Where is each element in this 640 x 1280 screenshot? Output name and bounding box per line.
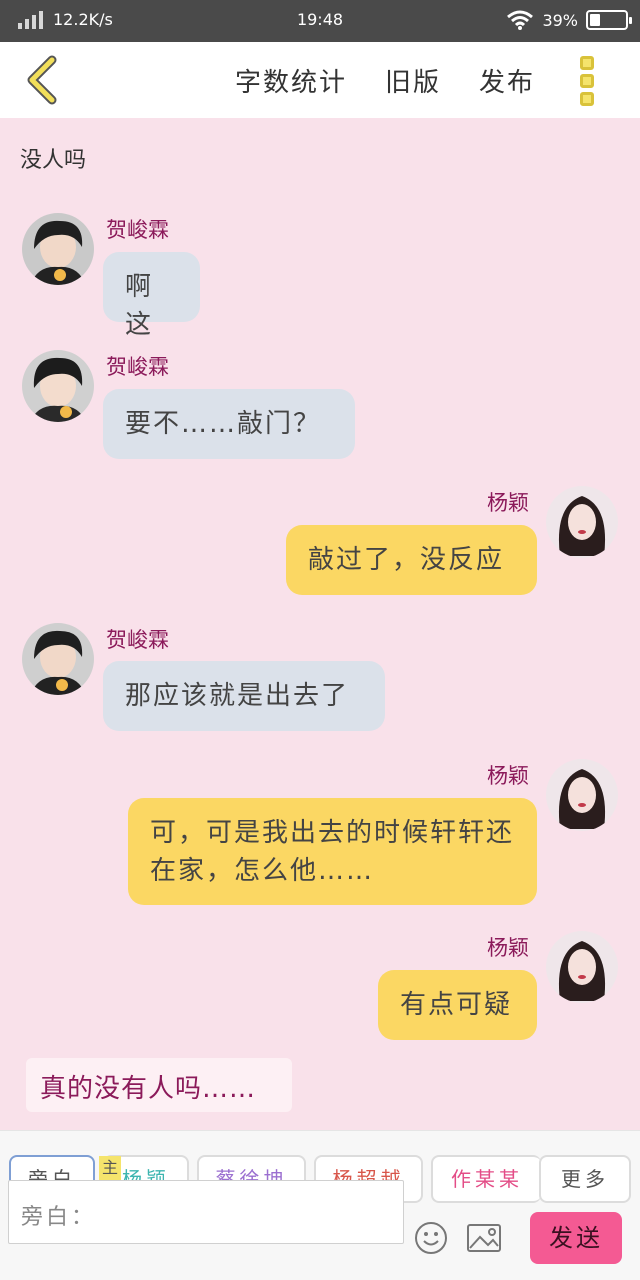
main-role-tag: 主	[99, 1156, 121, 1180]
avatar-yang-ying[interactable]	[546, 759, 618, 831]
battery-percent: 39%	[542, 10, 578, 30]
message-bubble[interactable]: 要不……敲门？	[103, 389, 355, 459]
message-bubble[interactable]: 有点可疑	[378, 970, 537, 1040]
sender-name: 杨颖	[487, 491, 529, 515]
wifi-icon	[507, 10, 534, 30]
more-roles-button[interactable]: 更多	[539, 1155, 631, 1203]
avatar-yang-ying[interactable]	[546, 931, 618, 1003]
top-nav: 字数统计 旧版 发布	[0, 42, 640, 118]
sender-name: 杨颖	[487, 936, 529, 960]
publish-link[interactable]: 发布	[479, 62, 535, 99]
old-version-link[interactable]: 旧版	[385, 62, 441, 99]
chat-area: 没人吗 贺峻霖 啊这 贺峻霖 要不……敲门？ 杨颖 敲过了，没反应 贺峻霖 那应…	[0, 118, 640, 1130]
back-icon[interactable]	[20, 54, 70, 106]
message-bubble[interactable]: 啊这	[103, 252, 200, 340]
battery-icon	[586, 10, 632, 30]
message-bubble[interactable]: 那应该就是出去了	[103, 661, 385, 731]
sender-name: 贺峻霖	[106, 218, 169, 242]
avatar-yang-ying[interactable]	[546, 486, 618, 558]
sender-name: 杨颖	[487, 764, 529, 788]
send-button[interactable]: 发送	[530, 1212, 622, 1264]
role-chip-author[interactable]: 作某某	[431, 1155, 541, 1203]
word-count-link[interactable]: 字数统计	[235, 62, 347, 99]
image-icon[interactable]	[466, 1222, 502, 1254]
sender-name: 贺峻霖	[106, 355, 169, 379]
avatar-he-junlin[interactable]	[22, 213, 94, 285]
message-input[interactable]: 旁白：	[8, 1180, 404, 1244]
message-bubble[interactable]: 敲过了，没反应	[286, 525, 537, 595]
more-menu-icon[interactable]	[580, 56, 602, 106]
narration: 没人吗	[20, 148, 87, 173]
emoji-icon[interactable]	[414, 1221, 448, 1255]
avatar-he-junlin[interactable]	[22, 623, 94, 695]
narration-bubble[interactable]: 真的没有人吗……	[26, 1058, 292, 1112]
message-bubble[interactable]: 可，可是我出去的时候轩轩还在家，怎么他……	[128, 798, 537, 905]
avatar-he-junlin[interactable]	[22, 350, 94, 422]
sender-name: 贺峻霖	[106, 628, 169, 652]
status-bar: 12.2K/s 19:48 39%	[0, 0, 640, 42]
